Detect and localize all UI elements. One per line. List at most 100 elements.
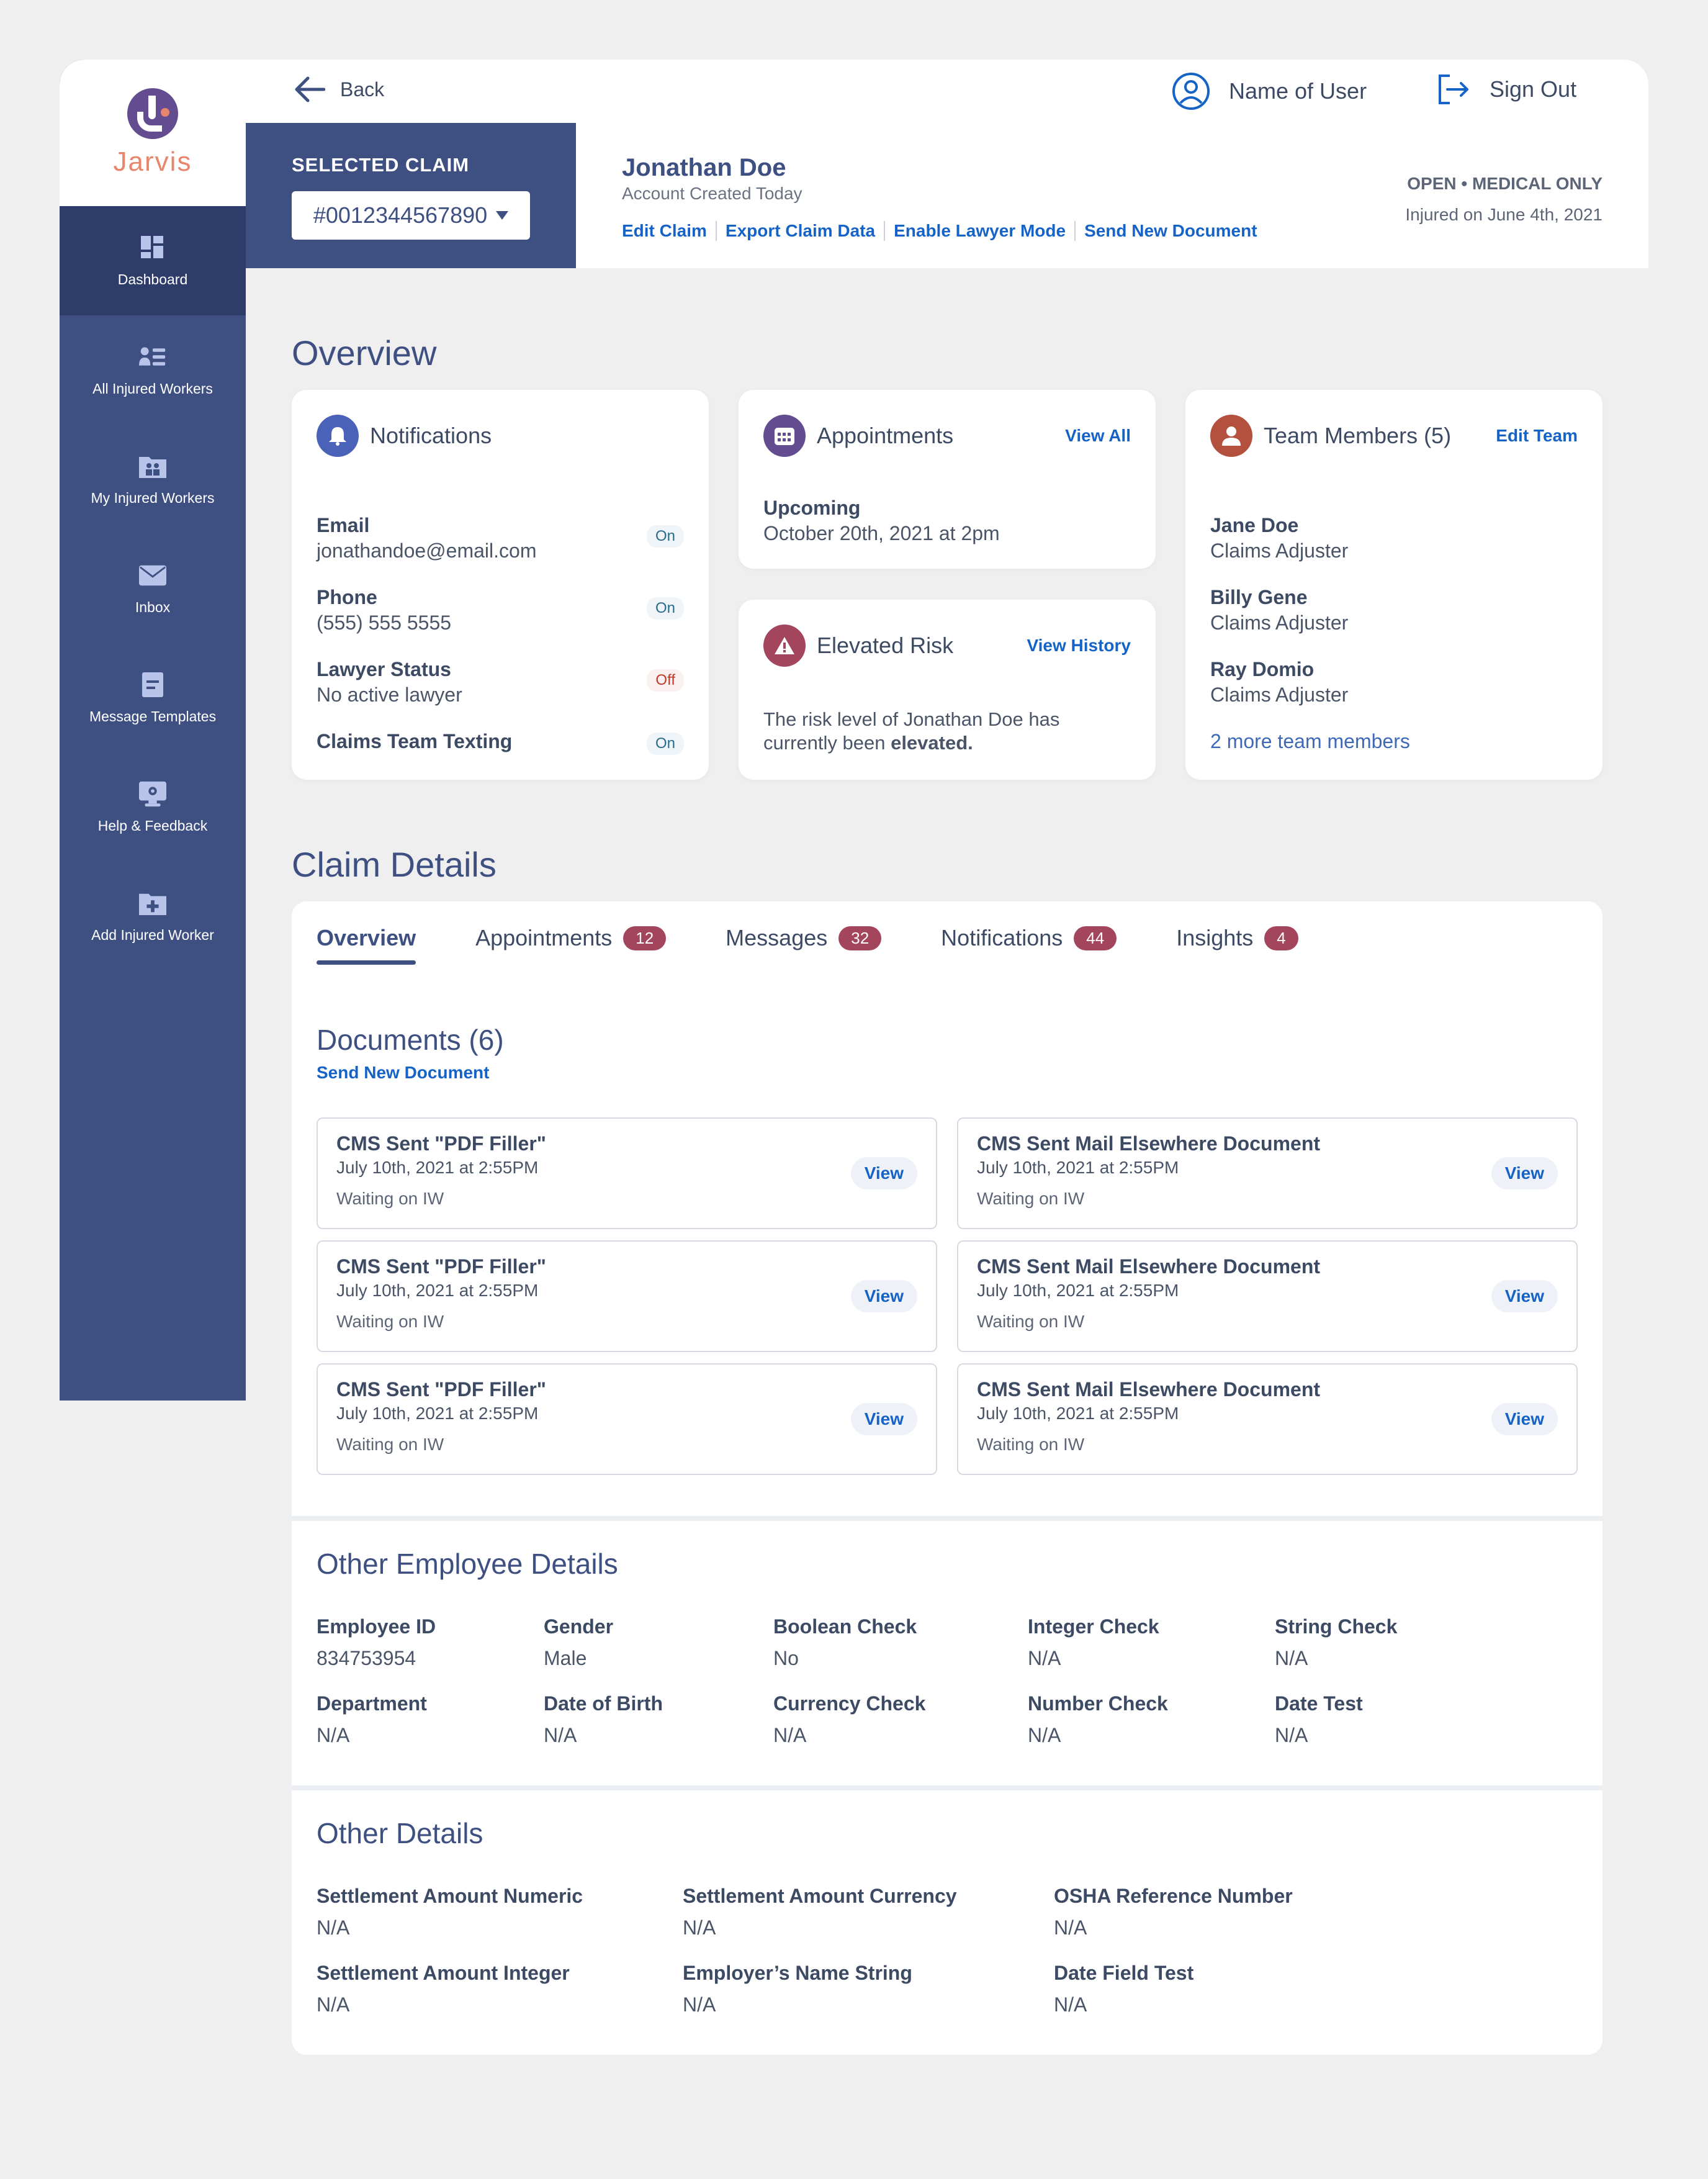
texting-status-badge[interactable]: On	[646, 733, 684, 755]
detail-field: Settlement Amount Currency N/A	[683, 1885, 957, 1939]
field-label: Settlement Amount Numeric	[317, 1885, 583, 1907]
field-value: N/A	[773, 1724, 807, 1746]
member-role: Claims Adjuster	[1210, 683, 1349, 706]
card-header: Notifications	[317, 415, 492, 457]
team-members-title: Team Members (5)	[1264, 423, 1452, 448]
send-new-document-link[interactable]: Send New Document	[317, 1063, 489, 1083]
tab-messages[interactable]: Messages 32	[726, 925, 882, 965]
field-label: String Check	[1275, 1615, 1398, 1638]
back-button[interactable]: Back	[293, 76, 384, 103]
edit-claim-link[interactable]: Edit Claim	[622, 221, 716, 241]
appointments-card: Appointments View All Upcoming October 2…	[739, 390, 1156, 569]
team-member: Billy Gene Claims Adjuster	[1210, 586, 1348, 634]
export-claim-data-link[interactable]: Export Claim Data	[715, 221, 884, 241]
tab-notifications[interactable]: Notifications 44	[941, 925, 1117, 965]
sidebar-item-label: Message Templates	[89, 708, 217, 724]
detail-field: Date Test N/A	[1275, 1692, 1363, 1747]
email-status-badge[interactable]: On	[646, 525, 684, 548]
row-label: Upcoming	[763, 497, 861, 519]
detail-field: Settlement Amount Integer N/A	[317, 1962, 570, 2016]
field-value: N/A	[317, 1724, 350, 1746]
elevated-risk-title: Elevated Risk	[817, 633, 954, 658]
field-label: Boolean Check	[773, 1615, 917, 1638]
document-date: July 10th, 2021 at 2:55PM	[977, 1158, 1179, 1177]
sidebar-item-inbox[interactable]: Inbox	[60, 534, 246, 643]
mail-icon	[139, 562, 166, 589]
notification-row-email: Email jonathandoe@email.com	[317, 514, 536, 562]
field-value: N/A	[1028, 1647, 1061, 1669]
user-name: Name of User	[1229, 78, 1367, 104]
claim-number: #0012344567890	[313, 202, 488, 228]
sidebar-item-add-injured-worker[interactable]: Add Injured Worker	[60, 862, 246, 971]
member-role: Claims Adjuster	[1210, 539, 1349, 562]
warning-icon	[763, 625, 806, 667]
monitor-gear-icon	[139, 780, 166, 808]
card-header: Elevated Risk	[763, 625, 953, 667]
view-button[interactable]: View	[850, 1280, 917, 1312]
sidebar-item-label: Dashboard	[117, 271, 188, 287]
more-team-members-link[interactable]: 2 more team members	[1210, 730, 1410, 753]
team-members-card: Team Members (5) Edit Team Jane Doe Clai…	[1185, 390, 1602, 780]
field-label: Settlement Amount Currency	[683, 1885, 957, 1907]
field-value: N/A	[317, 1993, 350, 2016]
back-label: Back	[340, 78, 385, 101]
sidebar-item-my-injured-workers[interactable]: My Injured Workers	[60, 425, 246, 534]
sidebar-item-all-injured-workers[interactable]: All Injured Workers	[60, 315, 246, 425]
detail-field: Number Check N/A	[1028, 1692, 1168, 1747]
sidebar-item-dashboard[interactable]: Dashboard	[60, 206, 246, 315]
view-all-link[interactable]: View All	[1065, 426, 1131, 446]
claimant-name: Jonathan Doe	[622, 154, 786, 181]
claim-select[interactable]: #0012344567890	[292, 191, 530, 240]
detail-field: Settlement Amount Numeric N/A	[317, 1885, 583, 1939]
document-icon	[139, 671, 166, 698]
risk-emphasis: elevated.	[891, 732, 973, 754]
caret-down-icon	[496, 211, 509, 220]
view-button[interactable]: View	[1491, 1280, 1558, 1312]
field-value: N/A	[1275, 1724, 1308, 1746]
tab-label: Messages	[726, 925, 828, 950]
tab-overview[interactable]: Overview	[317, 925, 416, 965]
claim-details-title: Claim Details	[292, 845, 497, 884]
logo-text: Jarvis	[113, 147, 192, 177]
sign-out-button[interactable]: Sign Out	[1436, 72, 1576, 107]
row-label: Phone	[317, 586, 377, 608]
view-button[interactable]: View	[1491, 1403, 1558, 1435]
view-button[interactable]: View	[850, 1157, 917, 1189]
tab-insights[interactable]: Insights 4	[1176, 925, 1298, 965]
send-new-document-link[interactable]: Send New Document	[1074, 221, 1265, 241]
field-value: N/A	[683, 1993, 716, 2016]
sidebar-item-help-feedback[interactable]: Help & Feedback	[60, 752, 246, 862]
injury-date: Injured on June 4th, 2021	[1405, 205, 1602, 224]
count-badge: 12	[623, 926, 667, 950]
team-member: Ray Domio Claims Adjuster	[1210, 658, 1348, 706]
document-status: Waiting on IW	[336, 1189, 444, 1208]
detail-field: String Check N/A	[1275, 1615, 1397, 1670]
edit-team-link[interactable]: Edit Team	[1496, 426, 1578, 446]
row-value: No active lawyer	[317, 683, 462, 706]
field-label: Date Field Test	[1054, 1962, 1194, 1984]
sidebar-item-message-templates[interactable]: Message Templates	[60, 643, 246, 752]
document-status: Waiting on IW	[977, 1435, 1085, 1454]
document-item: CMS Sent "PDF Filler" July 10th, 2021 at…	[317, 1240, 937, 1352]
sidebar: Jarvis Dashboard All Injured Workers My …	[60, 60, 246, 1401]
view-button[interactable]: View	[1491, 1157, 1558, 1189]
document-title: CMS Sent "PDF Filler"	[336, 1255, 546, 1278]
overview-title: Overview	[292, 333, 437, 372]
logo[interactable]: Jarvis	[60, 60, 246, 206]
notification-row-lawyer: Lawyer Status No active lawyer	[317, 658, 462, 706]
view-history-link[interactable]: View History	[1027, 636, 1131, 656]
phone-status-badge[interactable]: On	[646, 597, 684, 620]
tab-appointments[interactable]: Appointments 12	[475, 925, 667, 965]
user-menu[interactable]: Name of User	[1172, 72, 1367, 111]
row-value: (555) 555 5555	[317, 611, 452, 634]
selected-claim-panel: SELECTED CLAIM #0012344567890	[246, 123, 576, 268]
detail-field: Employee ID 834753954	[317, 1615, 436, 1670]
member-name: Billy Gene	[1210, 586, 1308, 608]
lawyer-status-badge[interactable]: Off	[647, 669, 684, 692]
selected-claim-label: SELECTED CLAIM	[292, 154, 470, 176]
enable-lawyer-mode-link[interactable]: Enable Lawyer Mode	[884, 221, 1074, 241]
document-title: CMS Sent "PDF Filler"	[336, 1132, 546, 1155]
view-button[interactable]: View	[850, 1403, 917, 1435]
document-date: July 10th, 2021 at 2:55PM	[336, 1404, 539, 1423]
detail-field: Integer Check N/A	[1028, 1615, 1159, 1670]
